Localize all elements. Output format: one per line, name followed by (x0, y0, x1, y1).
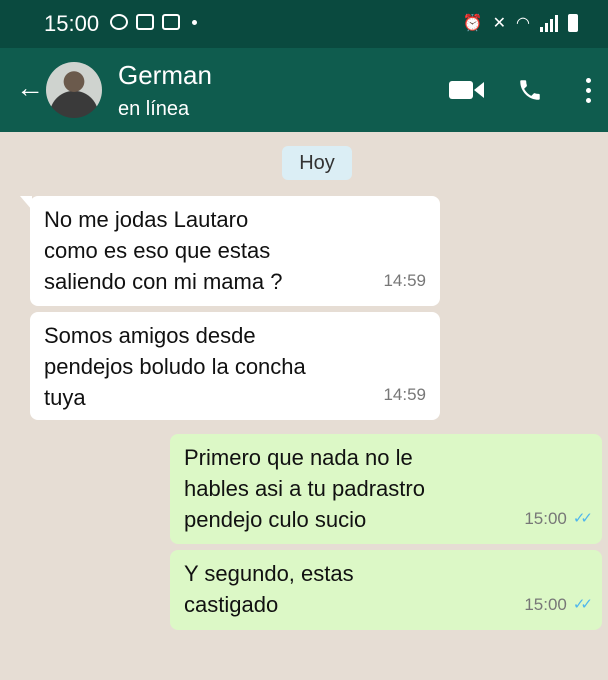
signal-icon (540, 14, 558, 32)
alarm-icon: ⏰ (462, 15, 483, 32)
message-text: Somos amigos desde pendejos boludo la co… (44, 323, 306, 410)
arrow-back-icon[interactable]: ← (16, 74, 44, 102)
whatsapp-notification-icon (110, 14, 128, 30)
more-notifications-icon (192, 19, 197, 25)
system-icons: ⏰ ✕ ◠ (463, 13, 578, 33)
message-time: 15:00 (524, 595, 567, 614)
date-chip: Hoy (282, 146, 352, 180)
video-call-icon[interactable] (446, 72, 486, 108)
message-outgoing[interactable]: Primero que nada no le hables asi a tu p… (170, 434, 602, 544)
phone-icon[interactable] (512, 72, 548, 108)
chat-header: ← German en línea (0, 48, 608, 132)
status-bar: 15:00 ⏰ ✕ ◠ (0, 0, 608, 48)
wifi-icon: ◠ (516, 15, 530, 32)
more-vert-icon[interactable] (578, 72, 598, 108)
battery-icon (568, 14, 578, 32)
message-incoming[interactable]: Somos amigos desde pendejos boludo la co… (30, 312, 440, 420)
gallery-notification-icon (162, 14, 180, 30)
message-time: 14:59 (383, 385, 426, 404)
message-time: 14:59 (383, 271, 426, 290)
double-check-icon: ✓✓ (572, 596, 593, 613)
contact-name[interactable]: German (118, 60, 212, 91)
vibrate-icon: ✕ (492, 15, 507, 32)
double-check-icon: ✓✓ (572, 510, 593, 527)
status-time: 15:00 (44, 11, 100, 36)
image-notification-icon (136, 14, 154, 30)
chat-area[interactable]: Hoy No me jodas Lautaro como es eso que … (0, 132, 608, 680)
message-text: No me jodas Lautaro como es eso que esta… (44, 207, 283, 294)
avatar[interactable] (46, 62, 102, 118)
contact-status: en línea (118, 98, 190, 120)
notification-icons (110, 14, 197, 30)
message-time: 15:00 (524, 509, 567, 528)
message-incoming[interactable]: No me jodas Lautaro como es eso que esta… (20, 196, 440, 306)
message-outgoing[interactable]: Y segundo, estas castigado 15:00 ✓✓ (170, 550, 602, 630)
